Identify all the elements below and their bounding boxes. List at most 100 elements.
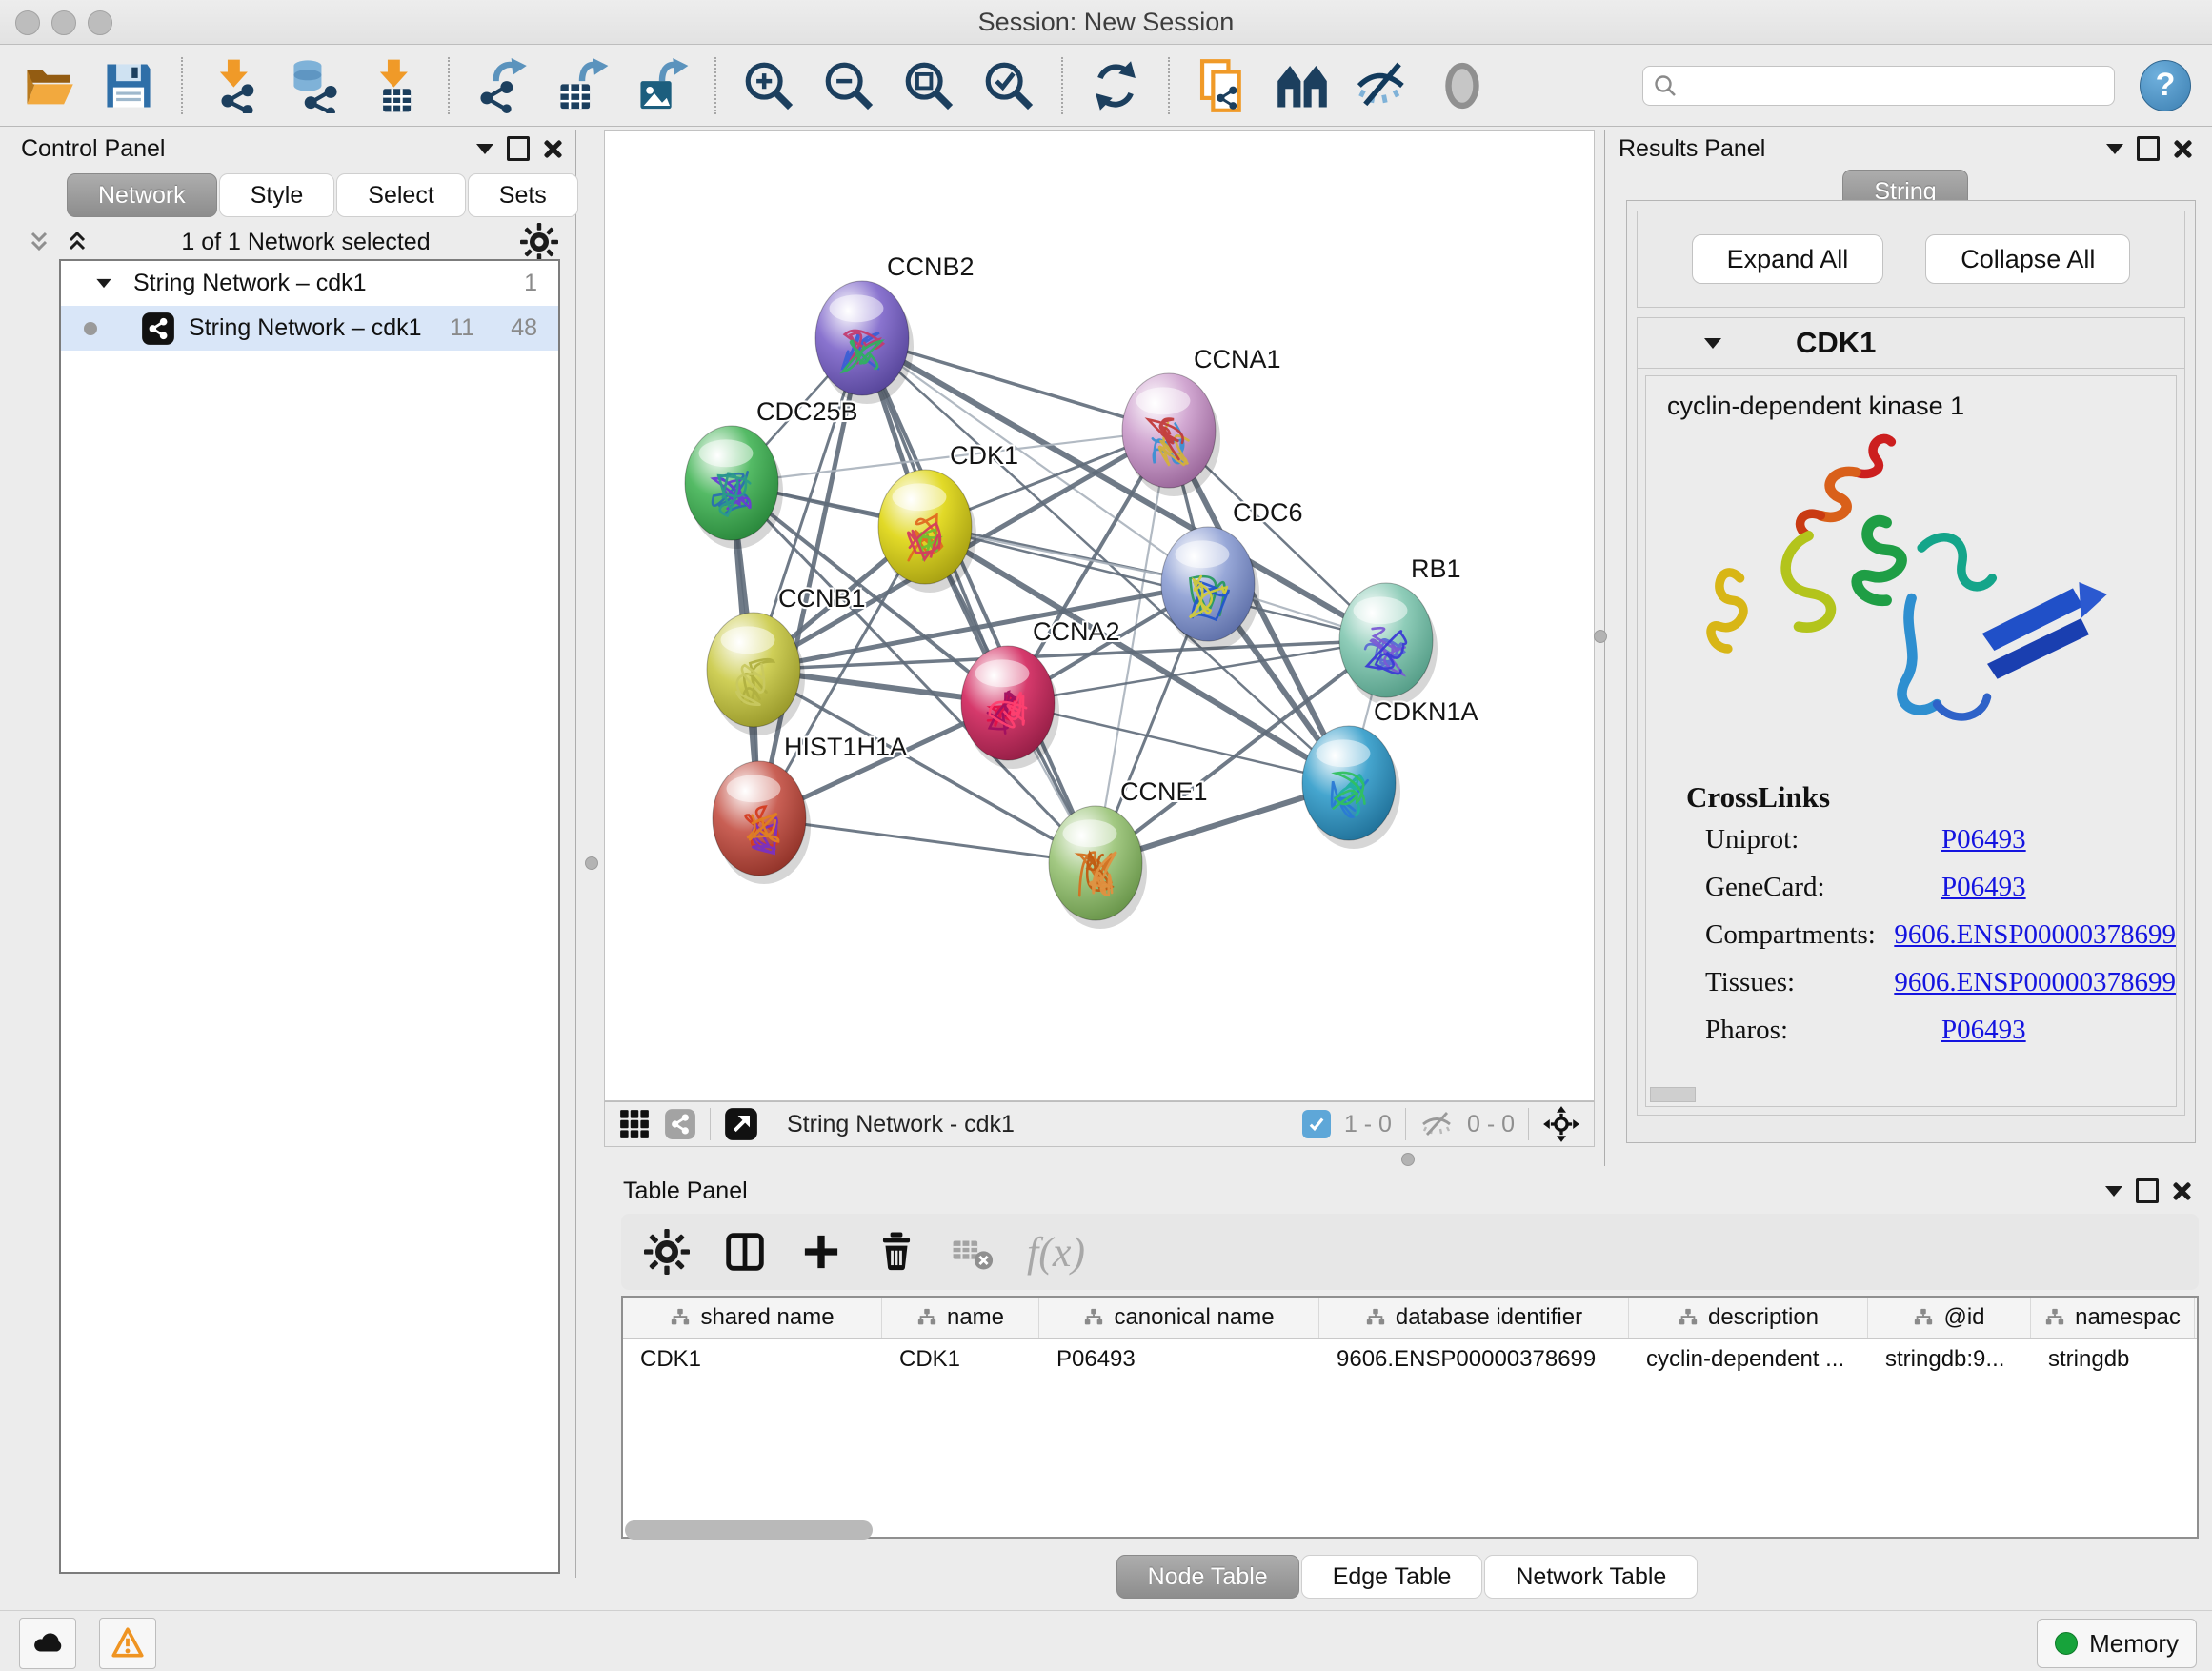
search-input[interactable] [1685, 71, 2104, 100]
pan-crosshair-icon[interactable] [1542, 1105, 1580, 1143]
table-row[interactable]: CDK1CDK1P064939606.ENSP00000378699cyclin… [623, 1339, 2197, 1379]
column-header-name[interactable]: name [882, 1298, 1039, 1338]
tab-edge-table[interactable]: Edge Table [1301, 1555, 1483, 1599]
node-CCNA2[interactable]: CCNA2 [961, 617, 1120, 769]
crosslink-value-link[interactable]: 9606.ENSP00000378699 [1894, 919, 2176, 951]
export-table-icon[interactable] [554, 58, 610, 113]
crosslink-value-link[interactable]: P06493 [1941, 824, 2026, 856]
first-neighbors-icon[interactable] [1275, 58, 1330, 113]
left-splitter-handle[interactable] [585, 856, 598, 870]
birds-eye-view-icon[interactable] [724, 1107, 758, 1141]
warning-status-button[interactable] [99, 1618, 156, 1669]
open-session-icon[interactable] [21, 58, 76, 113]
expand-all-button[interactable]: Expand All [1692, 234, 1884, 284]
scrollbar-thumb[interactable] [1650, 1087, 1696, 1102]
hide-selected-icon[interactable] [1355, 58, 1410, 113]
export-image-icon[interactable] [634, 58, 690, 113]
right-splitter-handle[interactable] [1594, 630, 1607, 643]
node-table[interactable]: shared namenamecanonical namedatabase id… [621, 1296, 2199, 1539]
table-cell[interactable]: stringdb:9... [1868, 1339, 2031, 1379]
table-cell[interactable]: CDK1 [882, 1339, 1039, 1379]
crosslink-value-link[interactable]: 9606.ENSP00000378699 [1894, 967, 2176, 998]
column-header-canonical-name[interactable]: canonical name [1039, 1298, 1319, 1338]
panel-menu-icon[interactable] [2105, 1186, 2122, 1197]
node-CDKN1A[interactable]: CDKN1A [1302, 697, 1478, 849]
column-header-shared-name[interactable]: shared name [623, 1298, 882, 1338]
zoom-in-icon[interactable] [741, 58, 796, 113]
table-cell[interactable]: stringdb [2031, 1339, 2195, 1379]
panel-float-icon[interactable] [2137, 136, 2160, 161]
network-options-gear-icon[interactable] [520, 223, 558, 261]
panel-close-icon[interactable] [543, 139, 562, 158]
table-hscrollbar-track[interactable] [621, 1520, 2199, 1540]
network-canvas[interactable]: CCNB2CCNA1CDC25BCDK1CDC6RB1CCNB1CCNA2CDK… [604, 130, 1595, 1101]
collection-expand-icon[interactable] [96, 279, 111, 288]
table-cell[interactable]: 9606.ENSP00000378699 [1319, 1339, 1629, 1379]
fit-content-icon[interactable] [901, 58, 956, 113]
memory-button[interactable]: Memory [2037, 1619, 2197, 1668]
crosslink-value-link[interactable]: P06493 [1941, 872, 2026, 903]
import-network-from-database-icon[interactable] [288, 58, 343, 113]
tab-style[interactable]: Style [219, 173, 335, 217]
column-header-database-identifier[interactable]: database identifier [1319, 1298, 1629, 1338]
table-cell[interactable]: CDK1 [623, 1339, 882, 1379]
network-collection-row[interactable]: String Network – cdk1 1 [61, 261, 558, 306]
cloud-status-button[interactable] [19, 1618, 76, 1669]
clone-network-icon[interactable] [1195, 58, 1250, 113]
selected-nodes-checkbox[interactable] [1302, 1110, 1331, 1138]
horizontal-splitter-handle[interactable] [1401, 1153, 1415, 1166]
show-columns-icon[interactable] [722, 1229, 768, 1275]
gene-collapse-icon[interactable] [1704, 338, 1721, 349]
node-RB1[interactable]: RB1 [1339, 554, 1461, 706]
tab-select[interactable]: Select [336, 173, 465, 217]
save-session-icon[interactable] [101, 58, 156, 113]
node-CCNB2[interactable]: CCNB2 [815, 252, 975, 404]
add-column-icon[interactable] [800, 1231, 842, 1273]
node-HIST1H1A[interactable]: HIST1H1A [713, 733, 907, 884]
crosslink-row: Pharos:P06493 [1705, 1015, 2176, 1046]
delete-column-icon[interactable] [875, 1230, 918, 1274]
table-cell[interactable]: cyclin-dependent ... [1629, 1339, 1868, 1379]
import-network-from-file-icon[interactable] [208, 58, 263, 113]
function-builder-icon: f(x) [1027, 1228, 1085, 1277]
refresh-icon[interactable] [1088, 58, 1143, 113]
node-label-CDKN1A: CDKN1A [1374, 697, 1478, 726]
node-CCNB1[interactable]: CCNB1 [707, 584, 866, 735]
search-box[interactable] [1642, 66, 2115, 106]
panel-close-icon[interactable] [2173, 139, 2192, 158]
network-view-icon[interactable] [664, 1108, 696, 1140]
table-hscrollbar-thumb[interactable] [625, 1520, 873, 1540]
tab-node-table[interactable]: Node Table [1116, 1555, 1299, 1599]
panel-menu-icon[interactable] [2106, 144, 2123, 154]
network-graph[interactable]: CCNB2CCNA1CDC25BCDK1CDC6RB1CCNB1CCNA2CDK… [605, 131, 1594, 1100]
expand-all-icon[interactable] [63, 228, 91, 256]
import-table-from-file-icon[interactable] [368, 58, 423, 113]
tab-network[interactable]: Network [67, 173, 217, 217]
network-node-count: 11 [450, 314, 474, 342]
zoom-out-icon[interactable] [821, 58, 876, 113]
panel-close-icon[interactable] [2172, 1181, 2191, 1200]
export-network-icon[interactable] [474, 58, 530, 113]
node-CCNE1[interactable]: CCNE1 [1049, 777, 1208, 929]
table-cell[interactable]: P06493 [1039, 1339, 1319, 1379]
collapse-all-button[interactable]: Collapse All [1925, 234, 2130, 284]
results-button-row: Expand All Collapse All [1637, 211, 2185, 308]
panel-float-icon[interactable] [2136, 1178, 2159, 1203]
show-all-icon[interactable] [1435, 58, 1490, 113]
column-header-namespac[interactable]: namespac [2031, 1298, 2195, 1338]
node-CCNA1[interactable]: CCNA1 [1122, 345, 1281, 496]
table-options-gear-icon[interactable] [644, 1229, 690, 1275]
panel-float-icon[interactable] [507, 136, 530, 161]
tab-network-table[interactable]: Network Table [1484, 1555, 1698, 1599]
panel-menu-icon[interactable] [476, 144, 493, 154]
column-header--id[interactable]: @id [1868, 1298, 2031, 1338]
collapse-all-icon[interactable] [25, 228, 53, 256]
crosslink-value-link[interactable]: P06493 [1941, 1015, 2026, 1046]
tab-sets[interactable]: Sets [468, 173, 578, 217]
help-button[interactable]: ? [2140, 60, 2191, 111]
zoom-selected-icon[interactable] [981, 58, 1036, 113]
column-header-description[interactable]: description [1629, 1298, 1868, 1338]
network-row-selected[interactable]: String Network – cdk1 11 48 [61, 306, 558, 351]
gene-section-header[interactable]: CDK1 [1638, 318, 2184, 369]
grid-view-icon[interactable] [618, 1108, 651, 1140]
